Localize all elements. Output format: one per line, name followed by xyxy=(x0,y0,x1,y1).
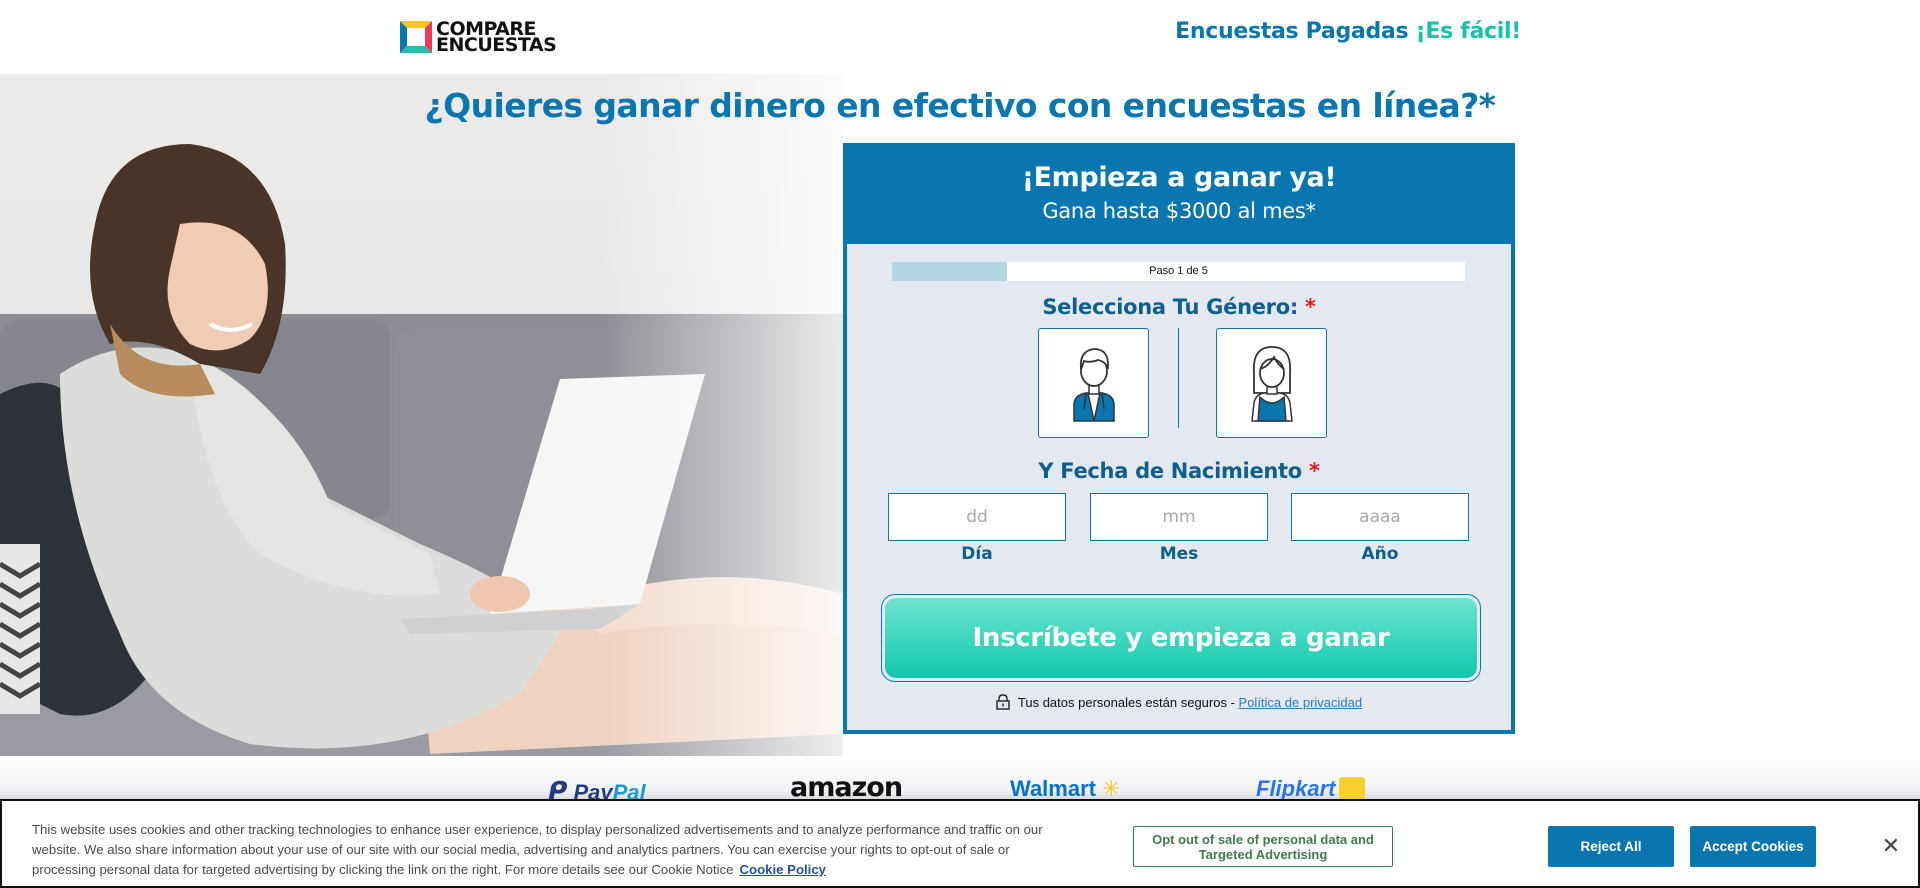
hero-image xyxy=(0,74,843,756)
gender-label: Selecciona Tu Género: * xyxy=(847,295,1511,319)
submit-button-frame: Inscríbete y empieza a ganar xyxy=(881,594,1481,682)
birth-day-input[interactable] xyxy=(888,493,1066,541)
privacy-policy-link[interactable]: Política de privacidad xyxy=(1239,695,1363,710)
site-header: COMPARE ENCUESTAS Encuestas Pagadas ¡Es … xyxy=(0,0,1920,74)
tagline-part1: Encuestas Pagadas xyxy=(1175,19,1416,44)
compare-encuestas-logo[interactable]: COMPARE ENCUESTAS xyxy=(400,20,557,56)
woman-laptop-illustration xyxy=(0,144,843,756)
accept-cookies-button[interactable]: Accept Cookies xyxy=(1690,826,1816,867)
form-body: Paso 1 de 5 Selecciona Tu Género: * Y Fe… xyxy=(847,244,1511,730)
form-subtitle: Gana hasta $3000 al mes* xyxy=(1042,199,1316,223)
cookie-description: This website uses cookies and other trac… xyxy=(32,822,1043,877)
secure-text: Tus datos personales están seguros - xyxy=(1017,694,1239,710)
male-avatar-icon xyxy=(1072,348,1115,422)
logo-line2: ENCUESTAS xyxy=(436,34,557,56)
page: COMPARE ENCUESTAS Encuestas Pagadas ¡Es … xyxy=(0,0,1920,888)
partner-brands-strip: ᑭ PayPal amazon Walmart ✳ Flipkart xyxy=(0,756,1920,806)
opt-out-button[interactable]: Opt out of sale of personal data and Tar… xyxy=(1133,826,1393,867)
gender-option-female[interactable] xyxy=(1216,328,1327,438)
signup-form-card: ¡Empieza a ganar ya! Gana hasta $3000 al… xyxy=(843,143,1515,734)
birthdate-label-text: Y Fecha de Nacimiento xyxy=(1038,459,1302,483)
cookie-consent-banner: This website uses cookies and other trac… xyxy=(0,799,1920,888)
cookie-policy-link[interactable]: Cookie Policy xyxy=(740,862,826,877)
required-asterisk: * xyxy=(1304,295,1316,319)
month-label: Mes xyxy=(1159,544,1199,564)
lock-icon xyxy=(996,694,1010,710)
walmart-text: Walmart xyxy=(1010,776,1096,801)
reject-all-button[interactable]: Reject All xyxy=(1548,826,1674,867)
gender-label-text: Selecciona Tu Género: xyxy=(1042,295,1298,319)
hero-headline: ¿Quieres ganar dinero en efectivo con en… xyxy=(424,86,1496,125)
flipkart-text: Flipkart xyxy=(1256,776,1336,801)
gender-divider xyxy=(1178,328,1179,428)
birth-month-input[interactable] xyxy=(1090,493,1268,541)
close-banner-button[interactable]: ✕ xyxy=(1874,829,1908,863)
close-icon: ✕ xyxy=(1881,833,1901,859)
signup-submit-button[interactable]: Inscríbete y empieza a ganar xyxy=(885,598,1477,678)
cookie-banner-text: This website uses cookies and other trac… xyxy=(32,820,1062,880)
birth-year-input[interactable] xyxy=(1291,493,1469,541)
tagline-part2: ¡Es fácil! xyxy=(1415,19,1522,44)
form-header: ¡Empieza a ganar ya! Gana hasta $3000 al… xyxy=(843,143,1515,244)
birthdate-label: Y Fecha de Nacimiento * xyxy=(847,459,1511,483)
year-label: Año xyxy=(1361,544,1399,564)
header-tagline: Encuestas Pagadas ¡Es fácil! xyxy=(1175,19,1521,44)
logo-text: COMPARE ENCUESTAS xyxy=(436,20,557,56)
female-avatar-icon xyxy=(1250,346,1293,422)
progress-label: Paso 1 de 5 xyxy=(1149,265,1208,277)
step-progress-bar: Paso 1 de 5 xyxy=(892,262,1465,281)
form-title: ¡Empieza a ganar ya! xyxy=(1021,162,1337,193)
privacy-notice: Tus datos personales están seguros - Pol… xyxy=(847,694,1511,710)
gender-option-male[interactable] xyxy=(1038,328,1149,438)
required-asterisk: * xyxy=(1308,459,1320,483)
day-label: Día xyxy=(961,544,993,564)
walmart-spark-icon: ✳ xyxy=(1102,776,1121,801)
logo-mark-icon xyxy=(400,21,432,53)
